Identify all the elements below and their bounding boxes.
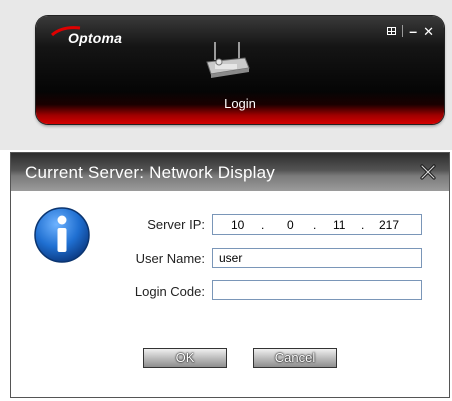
ok-button[interactable]: OK	[143, 348, 227, 368]
ip-octet-3[interactable]: 11	[333, 218, 345, 232]
close-x-icon[interactable]	[419, 164, 437, 180]
ip-separator: .	[361, 218, 365, 232]
ip-separator: .	[313, 218, 317, 232]
login-code-label: Login Code:	[134, 284, 205, 299]
grid-icon[interactable]	[387, 27, 397, 35]
network-device-icon	[206, 42, 250, 78]
window-controls: – ✕	[387, 23, 434, 39]
login-panel: Optoma – ✕ Login	[36, 16, 444, 124]
logo-text: Optoma	[68, 30, 123, 46]
minimize-icon[interactable]: –	[409, 24, 417, 38]
controls-divider	[402, 25, 404, 37]
close-icon[interactable]: ✕	[423, 25, 434, 38]
server-ip-field[interactable]: 10 . 0 . 11 . 217	[212, 214, 422, 235]
login-dialog: Current Server: Network Display Server I…	[10, 152, 450, 398]
ip-separator: .	[261, 218, 265, 232]
username-label: User Name:	[135, 251, 205, 266]
server-ip-label: Server IP:	[147, 217, 205, 232]
ip-octet-4[interactable]: 217	[379, 218, 399, 232]
cancel-button[interactable]: Cancel	[253, 348, 337, 368]
dialog-titlebar[interactable]: Current Server: Network Display	[11, 153, 449, 191]
ip-octet-1[interactable]: 10	[231, 218, 244, 232]
dialog-title: Current Server: Network Display	[25, 163, 275, 182]
panel-title: Login	[224, 96, 256, 111]
login-code-field[interactable]	[212, 280, 422, 300]
info-icon	[34, 207, 90, 263]
ip-octet-2[interactable]: 0	[287, 218, 294, 232]
username-field[interactable]	[212, 248, 422, 268]
optoma-logo: Optoma	[50, 26, 123, 46]
app-window: Optoma – ✕ Login	[0, 0, 452, 150]
